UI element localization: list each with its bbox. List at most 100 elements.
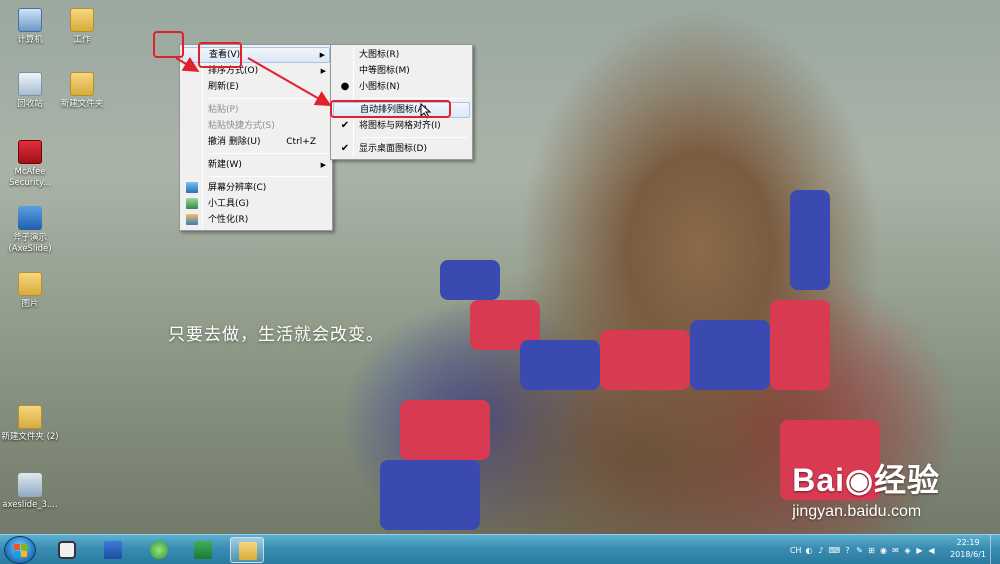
tray-item[interactable]: ⌨: [828, 546, 840, 555]
menu-item-label: 中等图标(M): [359, 66, 410, 76]
browser-icon: [150, 541, 168, 559]
desktop-icon-axeslide-installer[interactable]: axeslide_3....: [0, 473, 60, 511]
tray-item[interactable]: ◐: [804, 546, 813, 555]
menu-item-undo-delete[interactable]: 撤消 删除(U) Ctrl+Z: [182, 134, 330, 150]
desktop-icon-recycle-bin[interactable]: 回收站: [0, 72, 60, 110]
desktop-icon-label: 新建文件夹: [60, 99, 104, 109]
desktop-icon-label: 工作: [73, 35, 91, 45]
computer-icon: [18, 8, 42, 32]
taskbar-word-app[interactable]: [96, 537, 130, 563]
desktop-icon-label: 新建文件夹 (2): [1, 432, 59, 442]
desktop-icon-work-folder[interactable]: 工作: [52, 8, 112, 46]
folder-icon: [70, 8, 94, 32]
annotation-arrows: [175, 56, 332, 106]
desktop-icon-mcafee[interactable]: McAfee Security...: [0, 140, 60, 189]
excel-icon: [194, 541, 212, 559]
menu-item-show-desktop-icons[interactable]: ✔ 显示桌面图标(D): [333, 141, 470, 157]
taskbar-explorer-app[interactable]: [230, 537, 264, 563]
menu-separator: [208, 153, 328, 154]
menu-separator: [208, 176, 328, 177]
wallpaper-detail: [520, 340, 600, 390]
menu-item-personalize[interactable]: 个性化(R): [182, 212, 330, 228]
start-button[interactable]: [4, 536, 36, 564]
menu-item-label: 将图标与网格对齐(I): [359, 121, 441, 131]
tray-item[interactable]: ♪: [816, 546, 825, 555]
menu-item-label: 小工具(G): [208, 199, 249, 209]
wallpaper-detail: [790, 190, 830, 290]
taskbar-excel-app[interactable]: [186, 537, 220, 563]
desktop-icon-axeslide[interactable]: 斧子演示 (AxeSlide): [0, 206, 60, 255]
tray-item[interactable]: ◈: [903, 546, 912, 555]
menu-item-label: 撤消 删除(U): [208, 137, 261, 147]
wallpaper-detail: [380, 460, 480, 530]
folder-icon: [70, 72, 94, 96]
tray-item[interactable]: ▶: [915, 546, 924, 555]
gadgets-icon: [186, 198, 198, 209]
menu-item-label: 显示桌面图标(D): [359, 144, 427, 154]
clock-time: 22:19: [956, 538, 980, 547]
menu-item-label: 个性化(R): [208, 215, 249, 225]
recycle-bin-icon: [18, 72, 42, 96]
menu-item-label: 大图标(R): [359, 50, 400, 60]
mcafee-icon: [18, 140, 42, 164]
baidu-watermark: Bai◉经验 jingyan.baidu.com: [792, 455, 940, 521]
desktop-icon-label: axeslide_3....: [2, 500, 58, 510]
menu-item-shortcut: Ctrl+Z: [286, 137, 316, 147]
desktop-icon-label: 回收站: [17, 99, 43, 109]
wallpaper-detail: [440, 260, 500, 300]
system-tray: CH ◐ ♪ ⌨ ? ✎ ⊞ ◉ ✉ ◈ ▶ ◀: [790, 542, 936, 558]
desktop-icon-new-folder[interactable]: 新建文件夹: [52, 72, 112, 110]
word-icon: [104, 541, 122, 559]
desktop[interactable]: 计算机 工作 回收站 新建文件夹 McAfee Security... 斧子演示…: [0, 0, 1000, 564]
desktop-icon-label: McAfee Security...: [9, 167, 51, 188]
menu-item-label: 屏幕分辨率(C): [208, 183, 267, 193]
checkmark-icon: ✔: [340, 120, 350, 131]
clock-date: 2018/6/1: [950, 550, 986, 559]
menu-item-label: 粘贴快捷方式(S): [208, 121, 275, 131]
installer-icon: [18, 473, 42, 497]
desktop-icon-label: 图片: [21, 299, 39, 309]
desktop-icon-pictures[interactable]: 图片: [0, 272, 60, 310]
tray-item[interactable]: CH: [790, 546, 802, 555]
tray-item[interactable]: ?: [843, 546, 852, 555]
submenu-arrow-icon: ▶: [320, 161, 326, 169]
camera-icon: [58, 541, 76, 559]
tray-item[interactable]: ✉: [891, 546, 900, 555]
checkmark-icon: ✔: [340, 143, 350, 154]
menu-separator: [359, 137, 468, 138]
tray-item[interactable]: ◀: [927, 546, 936, 555]
windows-logo-icon: [14, 544, 28, 558]
tray-item[interactable]: ⊞: [867, 546, 876, 555]
menu-item-label: 小图标(N): [359, 82, 400, 92]
desktop-icon-computer[interactable]: 计算机: [0, 8, 60, 46]
taskbar-camera-app[interactable]: [50, 537, 84, 563]
desktop-icon-new-folder-2[interactable]: 新建文件夹 (2): [0, 405, 60, 443]
tray-item[interactable]: ✎: [855, 546, 864, 555]
menu-item-gadgets[interactable]: 小工具(G): [182, 196, 330, 212]
watermark-url: jingyan.baidu.com: [792, 503, 922, 520]
menu-separator: [359, 98, 468, 99]
tray-item[interactable]: ◉: [879, 546, 888, 555]
watermark-brand: Bai◉经验: [792, 462, 940, 498]
folder-icon: [18, 272, 42, 296]
wallpaper-detail: [400, 400, 490, 460]
menu-item-screen-resolution[interactable]: 屏幕分辨率(C): [182, 180, 330, 196]
menu-item-paste-shortcut[interactable]: 粘贴快捷方式(S): [182, 118, 330, 134]
taskbar-browser-app[interactable]: [142, 537, 176, 563]
clock[interactable]: 22:19 2018/6/1: [950, 537, 986, 561]
menu-item-align-to-grid[interactable]: ✔ 将图标与网格对齐(I): [333, 118, 470, 134]
monitor-icon: [186, 182, 198, 193]
personalize-icon: [186, 214, 198, 225]
folder-icon: [18, 405, 42, 429]
taskbar: CH ◐ ♪ ⌨ ? ✎ ⊞ ◉ ✉ ◈ ▶ ◀ 22:19 2018/6/1: [0, 534, 1000, 564]
wallpaper-slogan: 只要去做，生活就会改变。: [168, 325, 384, 345]
menu-item-new[interactable]: 新建(W) ▶: [182, 157, 330, 173]
show-desktop-button[interactable]: [990, 535, 1000, 564]
desktop-icon-label: 计算机: [17, 35, 43, 45]
wallpaper-detail: [690, 320, 770, 390]
wallpaper-detail: [600, 330, 690, 390]
wallpaper-detail: [770, 300, 830, 390]
axeslide-icon: [18, 206, 42, 230]
file-explorer-icon: [239, 542, 257, 560]
menu-item-label: 新建(W): [208, 160, 242, 170]
